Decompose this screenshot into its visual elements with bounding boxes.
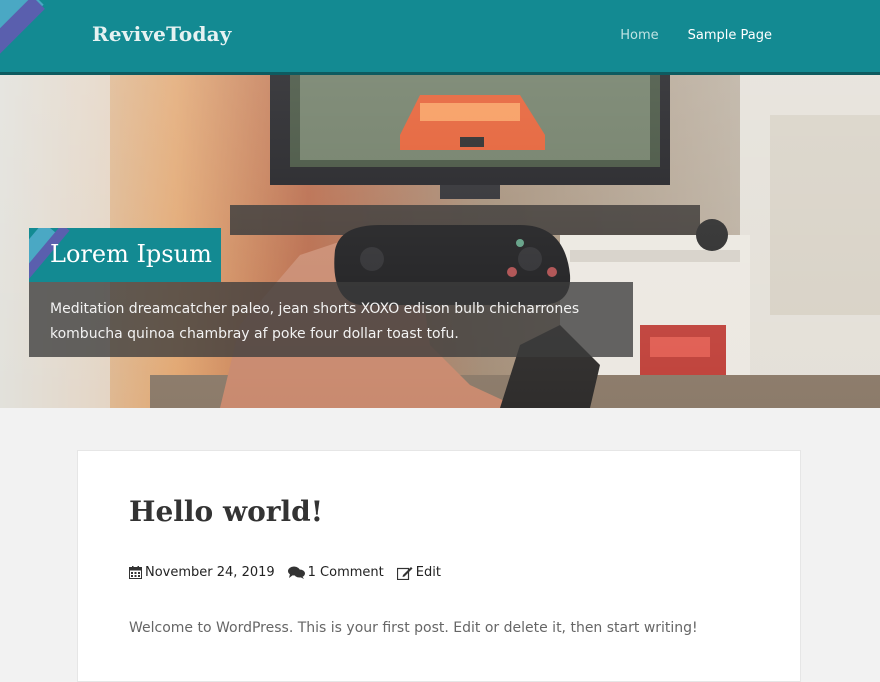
- hero-slider: Lorem Ipsum Meditation dreamcatcher pale…: [0, 75, 880, 408]
- site-header: ReviveToday Home Sample Page: [0, 0, 880, 75]
- post-edit: Edit: [396, 565, 441, 580]
- post-comments-link[interactable]: 1 Comment: [308, 565, 384, 580]
- hero-caption: Meditation dreamcatcher paleo, jean shor…: [50, 301, 580, 342]
- post-date: November 24, 2019: [129, 565, 275, 580]
- primary-nav: Home Sample Page: [620, 28, 772, 43]
- comments-icon: [287, 566, 305, 579]
- edit-icon: [396, 566, 413, 580]
- post-title[interactable]: Hello world!: [129, 495, 323, 528]
- calendar-icon: [129, 566, 142, 579]
- post-date-link[interactable]: November 24, 2019: [145, 565, 275, 580]
- post-excerpt: Welcome to WordPress. This is your first…: [129, 620, 698, 636]
- nav-item-sample-page[interactable]: Sample Page: [688, 28, 772, 43]
- post-meta: November 24, 2019 1 Comment Edit: [129, 565, 454, 580]
- hero-caption-box: Meditation dreamcatcher paleo, jean shor…: [29, 282, 633, 357]
- post-edit-link[interactable]: Edit: [416, 565, 441, 580]
- post-comments: 1 Comment: [287, 565, 384, 580]
- site-title-link[interactable]: ReviveToday: [92, 22, 232, 46]
- post-card: Hello world! November 24, 2019 1 Comment…: [77, 450, 801, 682]
- hero-title-badge: Lorem Ipsum: [29, 228, 221, 282]
- hero-title: Lorem Ipsum: [50, 240, 212, 268]
- nav-item-home[interactable]: Home: [620, 28, 658, 43]
